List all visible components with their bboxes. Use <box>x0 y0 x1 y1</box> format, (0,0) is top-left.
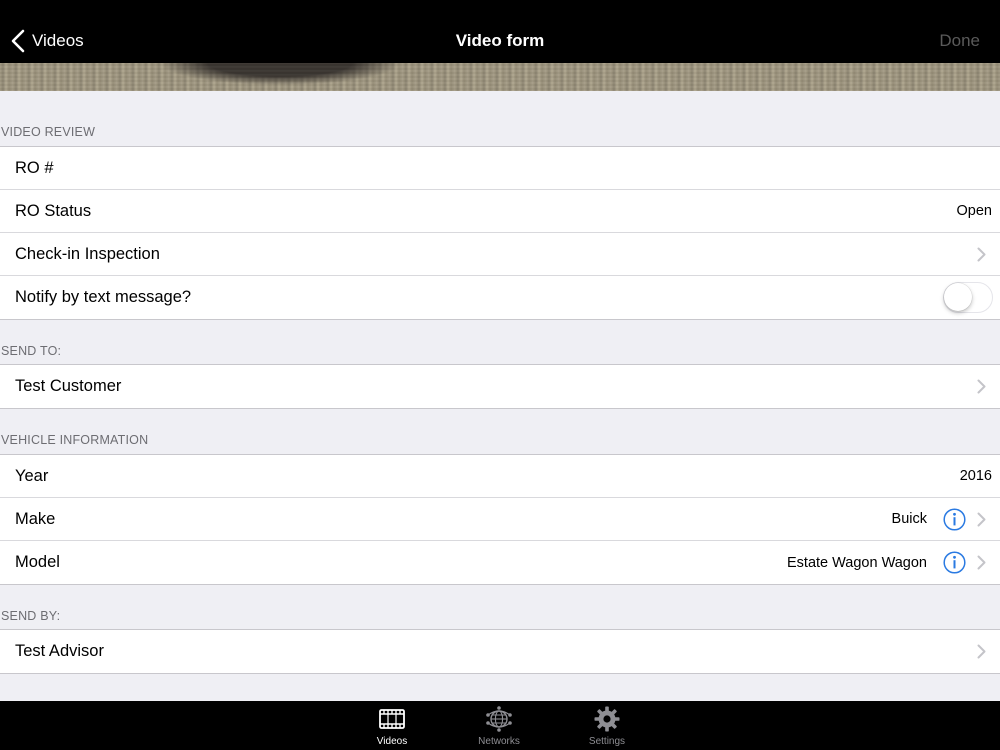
toggle-knob <box>944 283 972 311</box>
ro-status-row[interactable]: RO Status Open <box>0 190 1000 233</box>
checkin-inspection-label: Check-in Inspection <box>15 244 160 263</box>
year-row[interactable]: Year 2016 <box>0 455 1000 498</box>
ro-number-label: RO # <box>15 158 54 177</box>
tab-settings-label: Settings <box>588 736 626 747</box>
send-to-group: Test Customer <box>0 364 1000 409</box>
vehicle-information-group: Year 2016 Make Buick Model Estate Wagon … <box>0 454 1000 585</box>
chevron-left-icon <box>11 29 25 53</box>
model-label: Model <box>15 553 60 571</box>
make-label: Make <box>15 509 56 528</box>
video-preview[interactable] <box>0 63 1000 91</box>
customer-name: Test Customer <box>15 377 122 395</box>
model-value: Estate Wagon Wagon <box>787 554 927 571</box>
year-value: 2016 <box>959 468 992 484</box>
tab-settings[interactable]: Settings <box>572 705 642 747</box>
back-button-label: Videos <box>32 31 84 50</box>
send-to-customer-row[interactable]: Test Customer <box>0 365 1000 408</box>
notify-text-toggle[interactable] <box>943 282 993 313</box>
section-header-send-to: SEND TO: <box>1 344 62 358</box>
send-by-advisor-row[interactable]: Test Advisor <box>0 630 1000 673</box>
film-icon <box>379 709 405 729</box>
info-icon[interactable] <box>943 507 966 531</box>
globe-network-icon <box>486 706 512 732</box>
send-by-group: Test Advisor <box>0 629 1000 674</box>
video-review-group: RO # RO Status Open Check-in Inspection … <box>0 146 1000 320</box>
make-row[interactable]: Make Buick <box>0 498 1000 541</box>
chevron-right-icon <box>977 379 986 394</box>
chevron-right-icon <box>977 512 986 526</box>
tab-networks-label: Networks <box>478 736 520 747</box>
tab-videos[interactable]: Videos <box>357 705 427 747</box>
section-header-video-review: VIDEO REVIEW <box>1 125 96 139</box>
navigation-bar: Videos Video form Done <box>0 0 1000 63</box>
notify-text-label: Notify by text message? <box>15 288 192 306</box>
chevron-right-icon <box>977 247 986 261</box>
year-label: Year <box>15 466 49 485</box>
notify-text-row: Notify by text message? <box>0 276 1000 319</box>
ro-status-value: Open <box>956 203 992 219</box>
section-header-send-by: SEND BY: <box>1 609 61 623</box>
page-title: Video form <box>455 31 545 50</box>
checkin-inspection-row[interactable]: Check-in Inspection <box>0 233 1000 276</box>
done-button[interactable]: Done <box>939 31 980 51</box>
tab-bar: Videos Networks Settings <box>0 701 1000 750</box>
back-button[interactable]: Videos <box>10 24 84 58</box>
info-icon[interactable] <box>943 551 966 574</box>
chevron-right-icon <box>977 644 986 659</box>
section-header-vehicle-information: VEHICLE INFORMATION <box>1 433 149 447</box>
advisor-name: Test Advisor <box>15 642 104 660</box>
tab-videos-label: Videos <box>376 736 408 747</box>
chevron-right-icon <box>977 555 986 570</box>
tab-networks[interactable]: Networks <box>464 705 534 747</box>
gear-icon <box>594 706 620 732</box>
model-row[interactable]: Model Estate Wagon Wagon <box>0 541 1000 584</box>
make-value: Buick <box>891 511 927 527</box>
ro-number-row[interactable]: RO # <box>0 147 1000 190</box>
ro-status-label: RO Status <box>15 201 92 220</box>
